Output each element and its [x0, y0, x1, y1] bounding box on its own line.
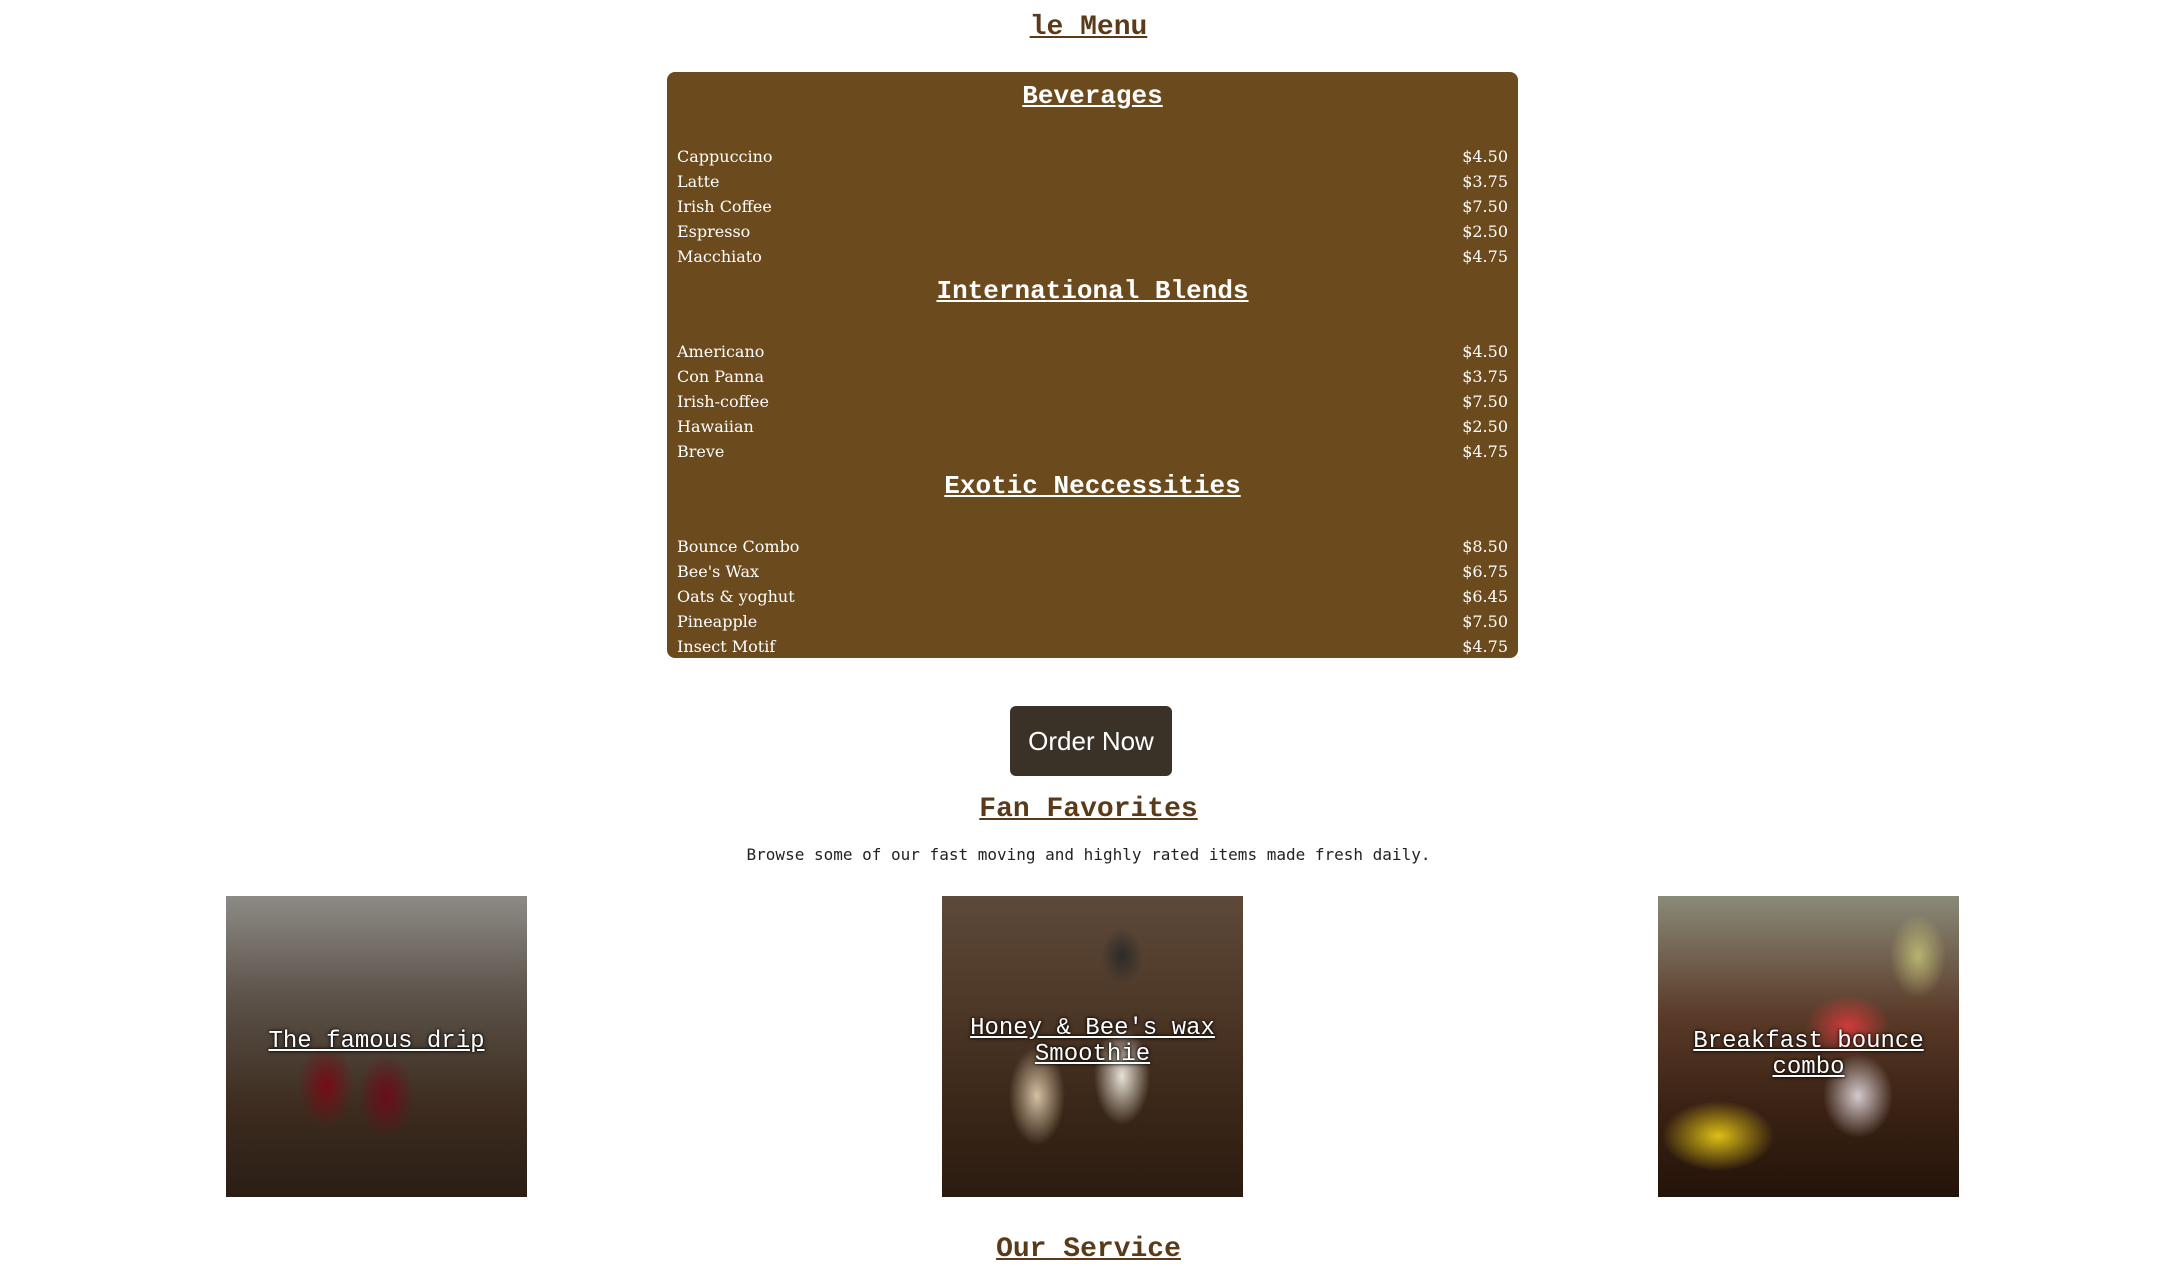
- item-name: Latte: [677, 172, 720, 191]
- page: le Menu Beverages Cappuccino $4.50 Latte $…: [0, 0, 2177, 1283]
- menu-item: Con Panna $3.75: [667, 364, 1518, 389]
- item-name: Irish Coffee: [677, 197, 772, 216]
- menu-item: Americano $4.50: [667, 339, 1518, 364]
- favorite-card-smoothie[interactable]: Honey & Bee's wax Smoothie: [942, 896, 1243, 1197]
- item-name: Oats & yoghut: [677, 587, 795, 606]
- item-price: $4.75: [1462, 637, 1508, 656]
- menu-item: Latte $3.75: [667, 169, 1518, 194]
- item-name: Irish-coffee: [677, 392, 769, 411]
- menu-item: Oats & yoghut $6.45: [667, 584, 1518, 609]
- item-name: Americano: [677, 342, 765, 361]
- menu-item-list: Cappuccino $4.50 Latte $3.75 Irish Coffee $…: [667, 144, 1518, 269]
- item-price: $4.50: [1462, 147, 1508, 166]
- menu-item: Breve $4.75: [667, 439, 1518, 464]
- fan-favorites-subtitle: Browse some of our fast moving and highl…: [746, 845, 1431, 864]
- category-title: Beverages: [1022, 81, 1163, 111]
- menu-card: Beverages Cappuccino $4.50 Latte $3.75 Iri…: [667, 72, 1518, 658]
- item-name: Cappuccino: [677, 147, 773, 166]
- menu-heading: le Menu: [1029, 12, 1148, 43]
- item-name: Insect Motif: [677, 637, 776, 656]
- item-name: Bee's Wax: [677, 562, 760, 581]
- item-price: $6.45: [1462, 587, 1508, 606]
- item-price: $7.50: [1462, 612, 1508, 631]
- menu-item: Pineapple $7.50: [667, 609, 1518, 634]
- menu-item: Espresso $2.50: [667, 219, 1518, 244]
- item-name: Espresso: [677, 222, 751, 241]
- item-price: $8.50: [1462, 537, 1508, 556]
- item-name: Breve: [677, 442, 725, 461]
- order-now-button[interactable]: Order Now: [1010, 706, 1172, 776]
- item-price: $2.50: [1462, 417, 1508, 436]
- favorite-card-breakfast[interactable]: Breakfast bounce combo: [1658, 896, 1959, 1197]
- our-service-heading: Our Service: [996, 1234, 1181, 1265]
- item-price: $7.50: [1462, 392, 1508, 411]
- menu-item: Irish Coffee $7.50: [667, 194, 1518, 219]
- menu-category-exotic-neccessities: Exotic Neccessities Bounce Combo $8.50 Be…: [667, 466, 1518, 656]
- menu-item: Insect Motif $4.75: [667, 634, 1518, 659]
- favorite-card-drip[interactable]: The famous drip: [226, 896, 527, 1197]
- item-price: $2.50: [1462, 222, 1508, 241]
- item-price: $6.75: [1462, 562, 1508, 581]
- menu-item: Irish-coffee $7.50: [667, 389, 1518, 414]
- menu-category-beverages: Beverages Cappuccino $4.50 Latte $3.75 Iri…: [667, 76, 1518, 266]
- favorite-caption[interactable]: The famous drip: [226, 1029, 527, 1055]
- item-name: Con Panna: [677, 367, 764, 386]
- menu-item: Bounce Combo $8.50: [667, 534, 1518, 559]
- category-title: International Blends: [936, 276, 1249, 306]
- item-name: Hawaiian: [677, 417, 754, 436]
- fan-favorites-heading: Fan Favorites: [979, 794, 1198, 825]
- menu-item-list: Bounce Combo $8.50 Bee's Wax $6.75 Oats & …: [667, 534, 1518, 659]
- favorite-caption[interactable]: Honey & Bee's wax Smoothie: [942, 1016, 1243, 1068]
- menu-item: Bee's Wax $6.75: [667, 559, 1518, 584]
- item-name: Macchiato: [677, 247, 762, 266]
- item-price: $4.75: [1462, 247, 1508, 266]
- item-name: Pineapple: [677, 612, 758, 631]
- menu-item: Hawaiian $2.50: [667, 414, 1518, 439]
- item-price: $7.50: [1462, 197, 1508, 216]
- item-price: $3.75: [1462, 172, 1508, 191]
- menu-category-international-blends: International Blends Americano $4.50 Con …: [667, 271, 1518, 461]
- favorite-caption[interactable]: Breakfast bounce combo: [1658, 1029, 1959, 1081]
- item-price: $3.75: [1462, 367, 1508, 386]
- menu-item: Cappuccino $4.50: [667, 144, 1518, 169]
- menu-item-list: Americano $4.50 Con Panna $3.75 Irish-coff…: [667, 339, 1518, 464]
- item-name: Bounce Combo: [677, 537, 800, 556]
- category-title: Exotic Neccessities: [944, 471, 1241, 501]
- item-price: $4.75: [1462, 442, 1508, 461]
- menu-item: Macchiato $4.75: [667, 244, 1518, 269]
- item-price: $4.50: [1462, 342, 1508, 361]
